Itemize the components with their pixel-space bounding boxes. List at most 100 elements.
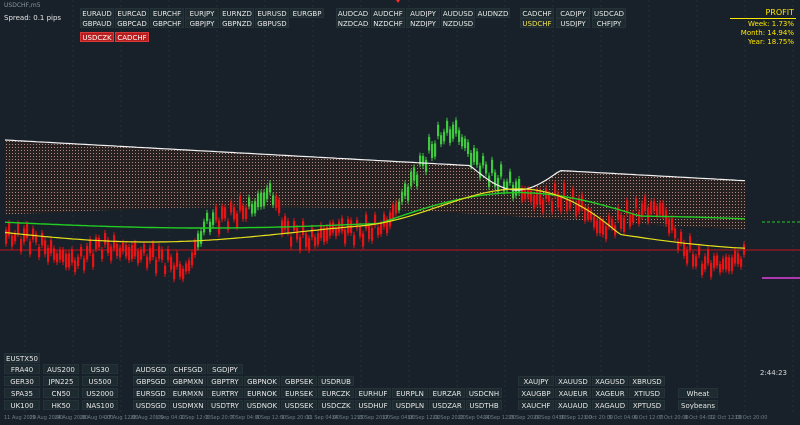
symbol-button-eurmxn[interactable]: EURMXN xyxy=(170,388,206,398)
symbol-button-gbptry[interactable]: GBPTRY xyxy=(207,376,243,386)
symbol-button-usdczk[interactable]: USDCZK xyxy=(80,32,114,42)
symbol-button-usdnok[interactable]: USDNOK xyxy=(244,400,280,410)
candle-body xyxy=(77,256,80,266)
candle-body xyxy=(116,244,119,256)
symbol-button-eurgbp[interactable]: EURGBP xyxy=(290,8,324,18)
chart-area[interactable]: USDCHF,m5 Spread: 0.1 pips EURAUD EURCAD E… xyxy=(0,0,800,425)
symbol-button-hk50[interactable]: HK50 xyxy=(43,400,79,410)
symbol-button-eurhuf[interactable]: EURHUF xyxy=(355,388,391,398)
symbol-button-cn50[interactable]: CN50 xyxy=(43,388,79,398)
symbol-button-chfsgd[interactable]: CHFSGD xyxy=(170,364,206,374)
symbol-button-gbpsgd[interactable]: GBPSGD xyxy=(133,376,169,386)
symbol-button-xbrusd[interactable]: XBRUSD xyxy=(629,376,665,386)
symbol-button-gbpchf[interactable]: GBPCHF xyxy=(150,18,184,28)
symbol-button-audjpy[interactable]: AUDJPY xyxy=(406,8,440,18)
symbol-button-usdhuf[interactable]: USDHUF xyxy=(355,400,391,410)
symbol-button-xaugbp[interactable]: XAUGBP xyxy=(518,388,554,398)
symbol-button-gbpaud[interactable]: GBPAUD xyxy=(80,18,114,28)
symbol-button-nzdcad[interactable]: NZDCAD xyxy=(336,18,370,28)
symbol-button-eurcad[interactable]: EURCAD xyxy=(115,8,149,18)
symbol-button-nzdchf[interactable]: NZDCHF xyxy=(371,18,405,28)
price-chart[interactable] xyxy=(0,0,800,425)
symbol-button-eurusd[interactable]: EURUSD xyxy=(255,8,289,18)
symbol-button-gbpusd[interactable]: GBPUSD xyxy=(255,18,289,28)
candle-body xyxy=(713,255,716,269)
symbol-button-eurpln[interactable]: EURPLN xyxy=(392,388,428,398)
symbol-button-nzdjpy[interactable]: NZDJPY xyxy=(406,18,440,28)
symbol-button-usdjpy[interactable]: USDJPY xyxy=(556,18,590,28)
candle-body xyxy=(302,221,305,236)
symbol-button-xaujpy[interactable]: XAUJPY xyxy=(518,376,554,386)
symbol-button-soybeans[interactable]: Soybeans xyxy=(678,400,718,410)
symbol-button-usdcnh[interactable]: USDCNH xyxy=(466,388,502,398)
symbol-button-euraud[interactable]: EURAUD xyxy=(80,8,114,18)
symbol-button-eurczk[interactable]: EURCZK xyxy=(318,388,354,398)
symbol-button-us2000[interactable]: US2000 xyxy=(82,388,118,398)
symbol-button-gbpnzd[interactable]: GBPNZD xyxy=(220,18,254,28)
symbol-button-eurchf[interactable]: EURCHF xyxy=(150,8,184,18)
symbol-button-eurtry[interactable]: EURTRY xyxy=(207,388,243,398)
symbol-button-gbpnok[interactable]: GBPNOK xyxy=(244,376,280,386)
candle-body xyxy=(170,256,173,270)
symbol-button-cadchf[interactable]: CADCHF xyxy=(520,8,554,18)
candle-body xyxy=(317,233,320,245)
symbol-button-usdrub[interactable]: USDRUB xyxy=(318,376,354,386)
symbol-button-xauusd[interactable]: XAUUSD xyxy=(555,376,591,386)
symbol-button-xtiusd[interactable]: XTIUSD xyxy=(629,388,665,398)
symbol-button-eustx50[interactable]: EUSTX50 xyxy=(4,353,40,363)
symbol-button-usdthb[interactable]: USDTHB xyxy=(466,400,502,410)
symbol-button-xageur[interactable]: XAGEUR xyxy=(592,388,628,398)
symbol-button-usdsek[interactable]: USDSEK xyxy=(281,400,317,410)
symbol-button-spa35[interactable]: SPA35 xyxy=(4,388,40,398)
symbol-button-usdcad[interactable]: USDCAD xyxy=(592,8,626,18)
symbol-button-usdmxn[interactable]: USDMXN xyxy=(170,400,206,410)
symbol-button-eursek[interactable]: EURSEK xyxy=(281,388,317,398)
symbol-button-fra40[interactable]: FRA40 xyxy=(4,364,40,374)
symbol-button-uk100[interactable]: UK100 xyxy=(4,400,40,410)
symbol-button-eurnzd[interactable]: EURNZD xyxy=(220,8,254,18)
symbol-button-usdchf[interactable]: USDCHF xyxy=(520,18,554,28)
symbol-button-xagaud[interactable]: XAGAUD xyxy=(592,400,628,410)
symbol-button-ger30[interactable]: GER30 xyxy=(4,376,40,386)
symbol-button-xauaud[interactable]: XAUAUD xyxy=(555,400,591,410)
symbol-button-usdsgd[interactable]: USDSGD xyxy=(133,400,169,410)
symbol-button-xptusd[interactable]: XPTUSD xyxy=(629,400,665,410)
symbol-button-audnzd[interactable]: AUDNZD xyxy=(476,8,510,18)
candle-body xyxy=(563,182,566,196)
symbol-button-xaueur[interactable]: XAUEUR xyxy=(555,388,591,398)
symbol-button-gbpmxn[interactable]: GBPMXN xyxy=(170,376,206,386)
symbol-button-cadchf[interactable]: CADCHF xyxy=(115,32,149,42)
symbol-button-usdczk[interactable]: USDCZK xyxy=(318,400,354,410)
symbol-button-us500[interactable]: US500 xyxy=(82,376,118,386)
symbol-button-nas100[interactable]: NAS100 xyxy=(82,400,118,410)
candle-body xyxy=(641,203,644,217)
candle-body xyxy=(104,233,107,245)
symbol-button-usdzar[interactable]: USDZAR xyxy=(429,400,465,410)
symbol-button-audsgd[interactable]: AUDSGD xyxy=(133,364,169,374)
symbol-button-eurjpy[interactable]: EURJPY xyxy=(185,8,219,18)
symbol-button-eurnok[interactable]: EURNOK xyxy=(244,388,280,398)
symbol-button-sgdjpy[interactable]: SGDJPY xyxy=(207,364,243,374)
symbol-button-gbpsek[interactable]: GBPSEK xyxy=(281,376,317,386)
symbol-button-audusd[interactable]: AUDUSD xyxy=(441,8,475,18)
candle-body xyxy=(209,221,212,233)
symbol-button-chfjpy[interactable]: CHFJPY xyxy=(592,18,626,28)
symbol-button-wheat[interactable]: Wheat xyxy=(678,388,718,398)
symbol-button-aus200[interactable]: AUS200 xyxy=(43,364,79,374)
symbol-button-audchf[interactable]: AUDCHF xyxy=(371,8,405,18)
symbol-button-eursgd[interactable]: EURSGD xyxy=(133,388,169,398)
symbol-button-gbpjpy[interactable]: GBPJPY xyxy=(185,18,219,28)
symbol-button-gbpcad[interactable]: GBPCAD xyxy=(115,18,149,28)
symbol-button-xauchf[interactable]: XAUCHF xyxy=(518,400,554,410)
symbol-button-xagusd[interactable]: XAGUSD xyxy=(592,376,628,386)
symbol-button-audcad[interactable]: AUDCAD xyxy=(336,8,370,18)
symbol-button-jpn225[interactable]: JPN225 xyxy=(43,376,79,386)
candle-body xyxy=(83,258,86,271)
symbol-button-us30[interactable]: US30 xyxy=(82,364,118,374)
symbol-button-cadjpy[interactable]: CADJPY xyxy=(556,8,590,18)
symbol-button-usdtry[interactable]: USDTRY xyxy=(207,400,243,410)
symbol-button-usdpln[interactable]: USDPLN xyxy=(392,400,428,410)
candle-body xyxy=(560,197,563,212)
symbol-button-nzdusd[interactable]: NZDUSD xyxy=(441,18,475,28)
symbol-button-eurzar[interactable]: EURZAR xyxy=(429,388,465,398)
